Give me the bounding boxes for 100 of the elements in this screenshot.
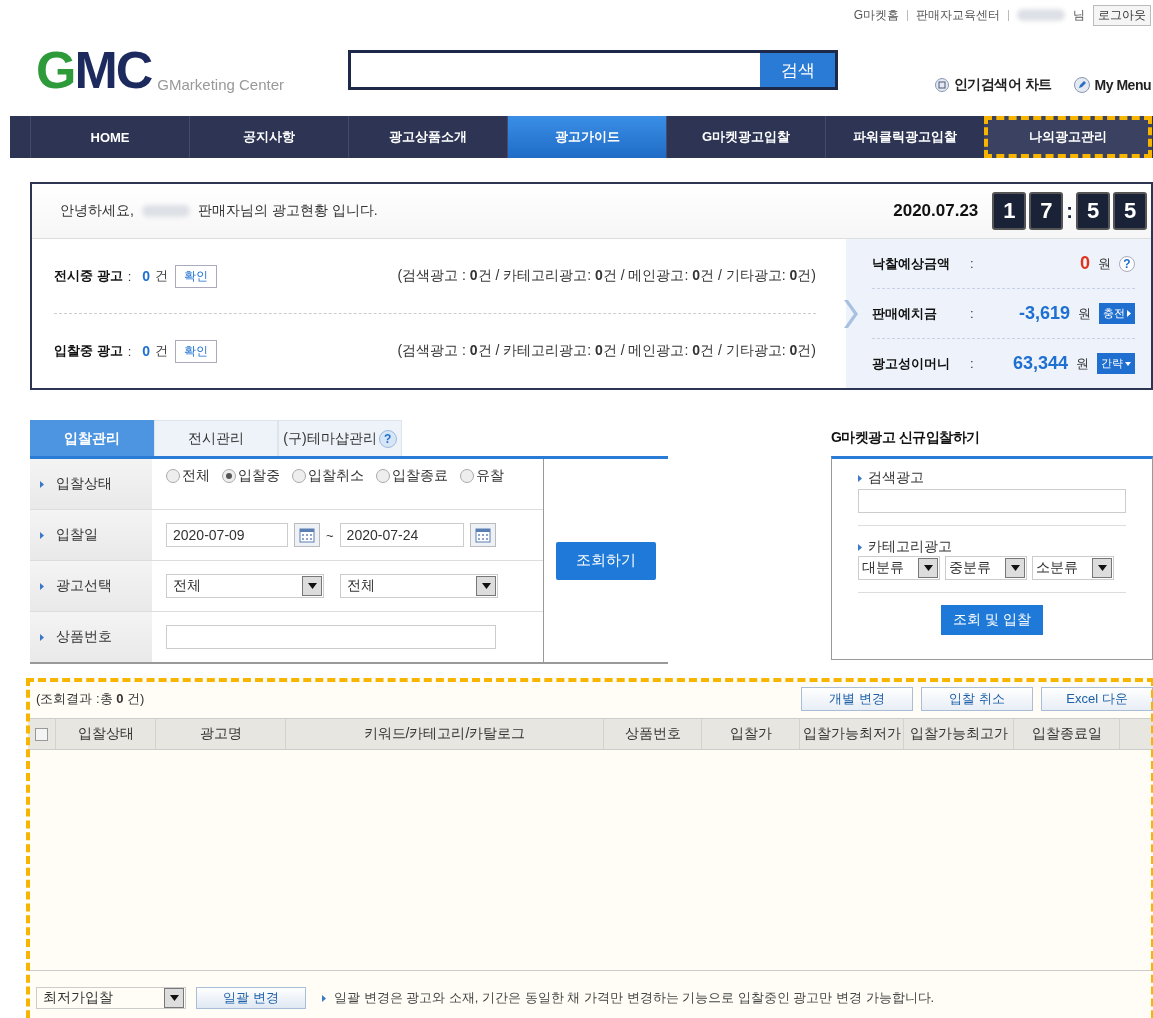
count-value: 0: [142, 268, 151, 284]
radio-option[interactable]: 입찰중: [222, 467, 280, 485]
search-button[interactable]: 검색: [760, 53, 835, 87]
confirm-button[interactable]: 확인: [175, 339, 218, 363]
unit-text: 원: [1098, 254, 1111, 273]
category-select[interactable]: 대분류: [858, 556, 940, 580]
bullet-icon: [858, 474, 862, 482]
logo[interactable]: GMC: [36, 44, 152, 96]
filter-label: 입찰상태: [56, 475, 112, 493]
colon: :: [970, 256, 974, 271]
column-header: 광고명: [156, 719, 286, 749]
top-link[interactable]: G마켓홈: [853, 6, 899, 24]
bulk-change-button[interactable]: 일괄 변경: [196, 987, 306, 1009]
count-value: 0: [142, 343, 151, 359]
bullet-icon: [40, 633, 44, 641]
ad-select[interactable]: 전체: [340, 574, 498, 598]
column-header: 입찰가능최저가: [800, 719, 904, 749]
colon: :: [970, 356, 974, 371]
bullet-icon: [858, 543, 862, 551]
amount-value: 63,344: [1012, 353, 1068, 374]
help-button[interactable]: ?: [1119, 255, 1135, 272]
money-label: 광고성이머니: [872, 354, 951, 373]
caret-icon[interactable]: [302, 576, 322, 596]
action-button[interactable]: 간략: [1097, 353, 1135, 374]
search-button[interactable]: 조회하기: [556, 541, 656, 580]
note-text: 일괄 변경은 광고와 소재, 기간은 동일한 채 가격만 변경하는 기능으로 입찰중인 광고만 변경 가능합니다.: [334, 989, 935, 1007]
product-number-field[interactable]: [166, 625, 496, 649]
radio-option[interactable]: 입찰종료: [376, 467, 448, 485]
nav-item[interactable]: 광고가이드: [507, 116, 666, 158]
breakdown-text: (검색광고 : 0건 / 카테고리광고: 0건 / 메인광고: 0건 / 기타광고: 0건): [397, 267, 816, 285]
filter-label: 상품번호: [56, 628, 112, 646]
unit-text: 건: [155, 342, 169, 360]
caret-icon[interactable]: [1092, 558, 1112, 578]
tab[interactable]: (구)테마샵관리 ?: [278, 420, 402, 456]
greeting-text: 안녕하세요,: [60, 202, 134, 220]
clock-digit: 7: [1029, 192, 1064, 230]
blurred-name: [141, 205, 190, 217]
caret-icon[interactable]: [1005, 558, 1025, 578]
tab[interactable]: 전시관리: [154, 420, 278, 456]
radio-option[interactable]: 전체: [166, 467, 210, 485]
colon: :: [127, 343, 132, 359]
nav-item[interactable]: 나의광고관리: [984, 116, 1152, 158]
date-field[interactable]: 2020-07-24: [339, 523, 464, 547]
top-link[interactable]: 판매자교육센터: [916, 6, 1000, 24]
category-select[interactable]: 중분류: [945, 556, 1027, 580]
column-header: 상품번호: [604, 719, 702, 749]
user-suffix: 님: [1073, 6, 1085, 24]
date-text: 2020.07.23: [893, 201, 979, 221]
help-icon[interactable]: ?: [378, 429, 397, 448]
date-field[interactable]: 2020-07-09: [166, 523, 288, 547]
colon: :: [970, 306, 974, 321]
bid-type-select[interactable]: 최저가입찰: [36, 987, 186, 1009]
list-icon[interactable]: [934, 78, 949, 92]
chevron-icon: [844, 299, 858, 328]
caret-icon[interactable]: [476, 576, 496, 596]
column-header: 입찰가능최고가: [904, 719, 1014, 749]
header-link[interactable]: 인기검색어 차트: [934, 76, 1052, 94]
filter-label: 입찰일: [56, 526, 98, 544]
search-bid-button[interactable]: 조회 및 입찰: [941, 605, 1043, 635]
bullet-icon: [322, 994, 326, 1002]
nav-item[interactable]: G마켓광고입찰: [666, 116, 825, 158]
calendar-icon[interactable]: [294, 523, 320, 547]
logo-subtitle: GMarketing Center: [157, 76, 285, 93]
category-select[interactable]: 소분류: [1032, 556, 1114, 580]
radio-option[interactable]: 유찰: [460, 467, 504, 485]
confirm-button[interactable]: 확인: [175, 264, 218, 288]
clock-separator: :: [1066, 199, 1073, 223]
caret-icon: [1125, 361, 1131, 366]
action-button[interactable]: 충전: [1099, 303, 1135, 324]
money-label: 낙찰예상금액: [872, 254, 951, 273]
filter-label: 광고선택: [56, 577, 112, 595]
chevron-icon: [1127, 310, 1131, 317]
pencil-icon[interactable]: [1073, 77, 1090, 93]
header-link[interactable]: My Menu: [1073, 76, 1151, 94]
calendar-icon[interactable]: [469, 523, 496, 547]
clock-digit: 5: [1113, 192, 1147, 230]
action-button[interactable]: 개별 변경: [801, 687, 913, 711]
keyword-field[interactable]: [858, 489, 1126, 513]
action-button[interactable]: Excel 다운: [1041, 687, 1153, 711]
blurred-name: [1017, 9, 1065, 21]
caret-icon[interactable]: [164, 988, 184, 1008]
radio-option[interactable]: 입찰취소: [292, 467, 364, 485]
nav-item[interactable]: HOME: [30, 116, 189, 158]
amount-value: -3,619: [1018, 303, 1070, 324]
section-label: 카테고리광고: [868, 538, 952, 556]
logout-button[interactable]: 로그아웃: [1093, 4, 1151, 26]
summary-label: 전시중 광고: [54, 267, 123, 285]
clock-digit: 1: [992, 192, 1027, 230]
select-all-checkbox[interactable]: [35, 727, 48, 741]
greeting-text: 판매자님의 광고현황 입니다.: [197, 202, 378, 220]
amount-value: 0: [1080, 253, 1090, 274]
caret-icon[interactable]: [918, 558, 938, 578]
nav-item[interactable]: 공지사항: [189, 116, 348, 158]
bullet-icon: [40, 480, 44, 488]
action-button[interactable]: 입찰 취소: [921, 687, 1033, 711]
bullet-icon: [40, 582, 44, 590]
clock-digit: 5: [1076, 192, 1110, 230]
unit-text: 원: [1076, 354, 1089, 373]
search-field[interactable]: 검색: [348, 50, 838, 90]
ad-select[interactable]: 전체: [166, 574, 324, 598]
